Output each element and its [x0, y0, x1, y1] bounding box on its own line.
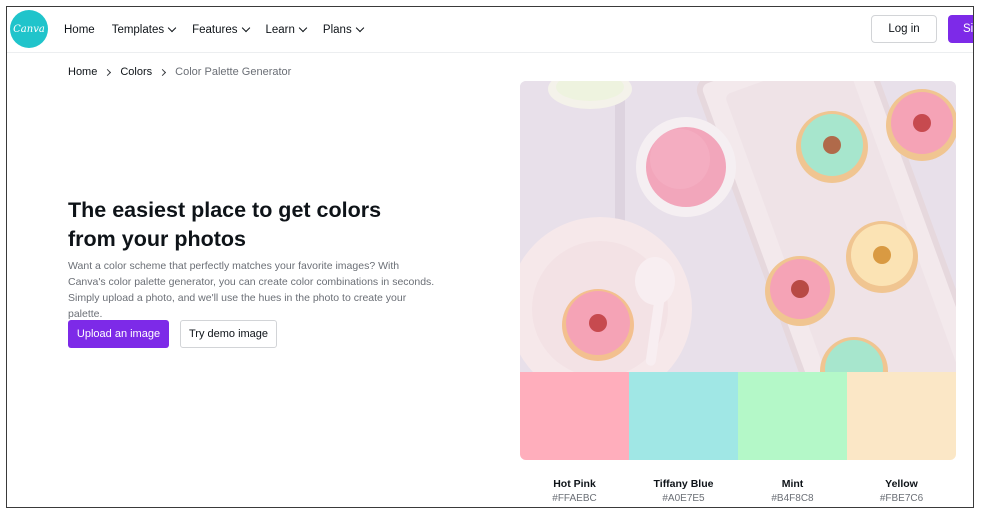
palette-swatches	[520, 372, 956, 460]
palette-label-3: Mint #B4F8C8	[738, 477, 847, 506]
chevron-right-icon	[159, 68, 167, 76]
palette-labels: Hot Pink #FFAEBC Tiffany Blue #A0E7E5 Mi…	[520, 477, 956, 506]
chevron-down-icon	[241, 23, 250, 33]
page-title: The easiest place to get colors from you…	[68, 198, 382, 251]
color-hex[interactable]: #FFAEBC	[520, 492, 629, 506]
color-name: Mint	[781, 478, 804, 490]
color-name: Hot Pink	[553, 478, 596, 490]
canva-logo[interactable]: Canva	[10, 10, 48, 48]
palette-label-2: Tiffany Blue #A0E7E5	[629, 477, 738, 506]
nav-home-label: Home	[64, 24, 95, 36]
logo-text: Canva	[13, 23, 45, 35]
nav-features-label: Features	[192, 24, 238, 36]
palette-label-4: Yellow #FBE7C6	[847, 477, 956, 506]
swatch-tiffany-blue[interactable]	[629, 372, 738, 460]
try-demo-image-button[interactable]: Try demo image	[180, 320, 277, 348]
upload-image-button[interactable]: Upload an image	[68, 320, 169, 348]
chevron-right-icon	[104, 68, 112, 76]
swatch-hot-pink[interactable]	[520, 372, 629, 460]
breadcrumb-colors[interactable]: Colors	[120, 66, 152, 78]
color-hex[interactable]: #A0E7E5	[629, 492, 738, 506]
donuts-photo-illustration	[520, 81, 956, 373]
swatch-mint[interactable]	[738, 372, 847, 460]
nav-features[interactable]: Features	[192, 23, 250, 36]
color-hex[interactable]: #B4F8C8	[738, 492, 847, 506]
signup-button[interactable]: Si	[948, 15, 973, 43]
breadcrumb-current: Color Palette Generator	[175, 66, 292, 78]
palette-label-1: Hot Pink #FFAEBC	[520, 477, 629, 506]
swatch-yellow[interactable]	[847, 372, 956, 460]
nav-plans-label: Plans	[322, 24, 352, 36]
nav-home[interactable]: Home	[64, 24, 95, 36]
nav-templates[interactable]: Templates	[111, 23, 177, 36]
nav-learn[interactable]: Learn	[265, 23, 308, 36]
main-nav: Home Templates Features Learn Plans	[64, 7, 380, 53]
nav-learn-label: Learn	[265, 24, 295, 36]
breadcrumb: Home Colors Color Palette Generator	[68, 66, 291, 78]
site-header: Canva Home Templates Features Learn Plan…	[7, 7, 973, 53]
nav-plans[interactable]: Plans	[322, 23, 364, 36]
demo-photo	[520, 81, 956, 373]
color-name: Tiffany Blue	[653, 478, 714, 490]
color-hex[interactable]: #FBE7C6	[847, 492, 956, 506]
breadcrumb-home[interactable]: Home	[68, 66, 97, 78]
color-name: Yellow	[885, 478, 918, 490]
chevron-down-icon	[355, 23, 364, 33]
chevron-down-icon	[298, 23, 308, 33]
chevron-down-icon	[167, 23, 177, 33]
login-button[interactable]: Log in	[871, 15, 937, 43]
nav-templates-label: Templates	[111, 24, 165, 36]
browser-viewport: Canva Home Templates Features Learn Plan…	[6, 6, 974, 508]
hero-description: Want a color scheme that perfectly match…	[68, 260, 435, 320]
